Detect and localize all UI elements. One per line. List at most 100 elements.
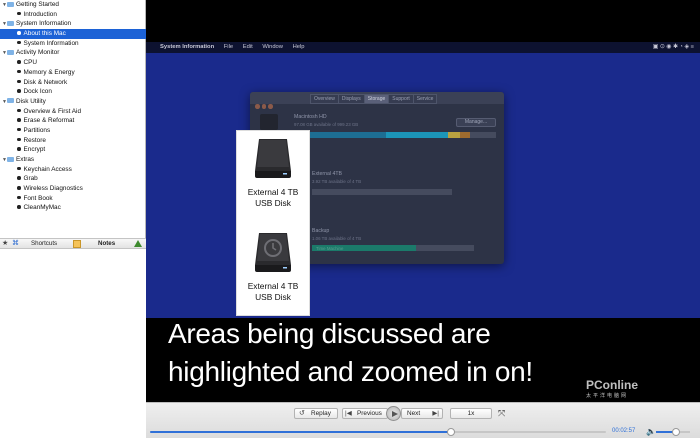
tree-item[interactable]: Wireless Diagnostics bbox=[0, 184, 146, 194]
tree-label: Memory & Energy bbox=[23, 68, 75, 76]
tree-item[interactable]: Disk & Network bbox=[0, 78, 146, 88]
mac-menubar: System Information File Edit Window Help… bbox=[146, 42, 700, 53]
recorded-mac-screen: System Information File Edit Window Help… bbox=[146, 42, 700, 318]
window-tab: Overview bbox=[310, 94, 339, 104]
tree-label: Grab bbox=[23, 175, 38, 183]
bullet-icon bbox=[17, 69, 21, 74]
tree-item[interactable]: Dock Icon bbox=[0, 87, 146, 97]
tree-label: Erase & Reformat bbox=[23, 117, 75, 125]
playback-controls: ↺ Replay |◀ Previous Next ▶| 1x ⤧ 00:02:… bbox=[146, 402, 700, 438]
skip-back-icon: |◀ bbox=[345, 410, 352, 417]
speed-button[interactable]: 1x bbox=[450, 408, 492, 419]
tree-label: Wireless Diagnostics bbox=[23, 185, 83, 193]
disk3-info: 1.06 TB available of 4 TB bbox=[312, 236, 362, 241]
folder-icon bbox=[7, 49, 14, 55]
volume-icon[interactable]: 🔈 bbox=[646, 427, 656, 436]
tab-shortcuts[interactable]: Shortcuts bbox=[31, 239, 57, 249]
menubar-status-icons: ▣ ⊙ ◉ ✱ ◔ ◈ ≡ bbox=[652, 44, 694, 50]
tree-label: About this Mac bbox=[23, 30, 66, 38]
tree-label: Partitions bbox=[23, 126, 51, 134]
bullet-icon bbox=[17, 195, 21, 200]
tree-group[interactable]: ▼ Activity Monitor bbox=[0, 48, 146, 58]
time-machine-disk-icon bbox=[255, 233, 291, 272]
volume-slider[interactable] bbox=[656, 428, 690, 436]
tab-notes[interactable]: Notes bbox=[98, 239, 115, 249]
tree-item[interactable]: Grab bbox=[0, 174, 146, 184]
tree-item[interactable]: Encrypt bbox=[0, 145, 146, 155]
tree-label: Getting Started bbox=[16, 1, 59, 8]
tree-group[interactable]: ▼ Extras bbox=[0, 155, 146, 165]
disk2-info: 3.92 TB available of 4 TB bbox=[312, 179, 362, 184]
tree-item[interactable]: Partitions bbox=[0, 126, 146, 136]
next-label: Next bbox=[407, 410, 421, 417]
disk3-usage-bar: Time Machine bbox=[312, 245, 474, 251]
bullet-icon bbox=[17, 205, 21, 209]
bullet-icon bbox=[17, 137, 21, 142]
disk-label-line2: USB Disk bbox=[255, 198, 291, 208]
bullet-icon bbox=[17, 186, 21, 190]
tree-item[interactable]: System Information bbox=[0, 39, 146, 49]
progress-slider[interactable] bbox=[150, 428, 606, 436]
tree-item[interactable]: Memory & Energy bbox=[0, 68, 146, 78]
bullet-icon bbox=[17, 89, 21, 93]
elapsed-time: 00:02:57 bbox=[612, 428, 636, 434]
volume-knob[interactable] bbox=[672, 428, 681, 436]
tree-group[interactable]: ▼ System Information bbox=[0, 19, 146, 29]
folder-icon bbox=[7, 1, 14, 7]
fullscreen-icon[interactable]: ⤧ bbox=[498, 408, 505, 418]
skip-forward-icon: ▶| bbox=[432, 410, 439, 417]
window-tab: Service bbox=[412, 94, 438, 104]
external-disk-icon bbox=[255, 139, 291, 178]
disk3-name: Backup bbox=[312, 228, 330, 234]
tree-item[interactable]: CPU bbox=[0, 58, 146, 68]
disk-label-line1: External 4 TB bbox=[247, 187, 299, 197]
bullet-icon bbox=[17, 127, 21, 132]
bullet-icon bbox=[17, 118, 21, 122]
tree-label: Encrypt bbox=[23, 146, 46, 154]
command-key-icon: ⌘ bbox=[12, 240, 19, 247]
menubar-app-name: System Information bbox=[160, 44, 215, 50]
tree-group[interactable]: ▼ Getting Started bbox=[0, 0, 146, 10]
video-player[interactable]: System Information File Edit Window Help… bbox=[146, 0, 700, 402]
favorites-star-icon[interactable]: ★ bbox=[2, 239, 8, 249]
replay-label: Replay bbox=[311, 410, 331, 417]
tree-group[interactable]: ▼ Disk Utility bbox=[0, 97, 146, 107]
notes-text-area[interactable] bbox=[0, 249, 146, 438]
caption-line2: highlighted and zoomed in on! bbox=[168, 356, 533, 387]
bullet-icon bbox=[17, 60, 21, 64]
tree-item[interactable]: Erase & Reformat bbox=[0, 116, 146, 126]
app-window: ▼ Getting Started Introduction ▼ System Info… bbox=[0, 0, 700, 438]
tree-item[interactable]: About this Mac bbox=[0, 29, 146, 39]
replay-button[interactable]: ↺ Replay bbox=[294, 408, 338, 419]
notes-icon bbox=[73, 240, 81, 248]
tree-label: Overview & First Aid bbox=[23, 107, 82, 115]
menubar-item: File bbox=[223, 44, 234, 50]
bullet-icon bbox=[17, 176, 21, 180]
sidebar-tabbar: ★ ⌘ Shortcuts Notes bbox=[0, 238, 146, 249]
tree-item[interactable]: Keychain Access bbox=[0, 165, 146, 175]
window-tab: Displays bbox=[337, 94, 365, 104]
tree-item[interactable]: Overview & First Aid bbox=[0, 107, 146, 117]
menubar-item: Edit bbox=[242, 44, 253, 50]
expand-triangle-icon[interactable] bbox=[134, 240, 142, 247]
tree-item[interactable]: CleanMyMac bbox=[0, 203, 146, 213]
window-tab: Storage bbox=[363, 94, 390, 104]
tree-item[interactable]: Introduction bbox=[0, 10, 146, 20]
tree-item[interactable]: Font Book bbox=[0, 194, 146, 204]
window-tab: Support bbox=[388, 94, 414, 104]
previous-button[interactable]: |◀ Previous bbox=[342, 408, 388, 419]
tree-item[interactable]: Restore bbox=[0, 136, 146, 146]
play-icon[interactable] bbox=[386, 406, 401, 421]
disk-icon bbox=[260, 114, 278, 130]
progress-knob[interactable] bbox=[446, 428, 455, 436]
tree-label: CPU bbox=[23, 59, 38, 67]
bullet-icon bbox=[17, 40, 21, 45]
tree-label: Keychain Access bbox=[23, 165, 72, 173]
bullet-icon bbox=[17, 108, 21, 113]
tree-label: Font Book bbox=[23, 194, 53, 202]
tree-label: CleanMyMac bbox=[23, 204, 61, 212]
disk2-usage-bar bbox=[312, 189, 452, 195]
next-button[interactable]: Next ▶| bbox=[401, 408, 443, 419]
bullet-icon bbox=[17, 147, 21, 151]
caption-line1: Areas being discussed are bbox=[168, 318, 491, 349]
